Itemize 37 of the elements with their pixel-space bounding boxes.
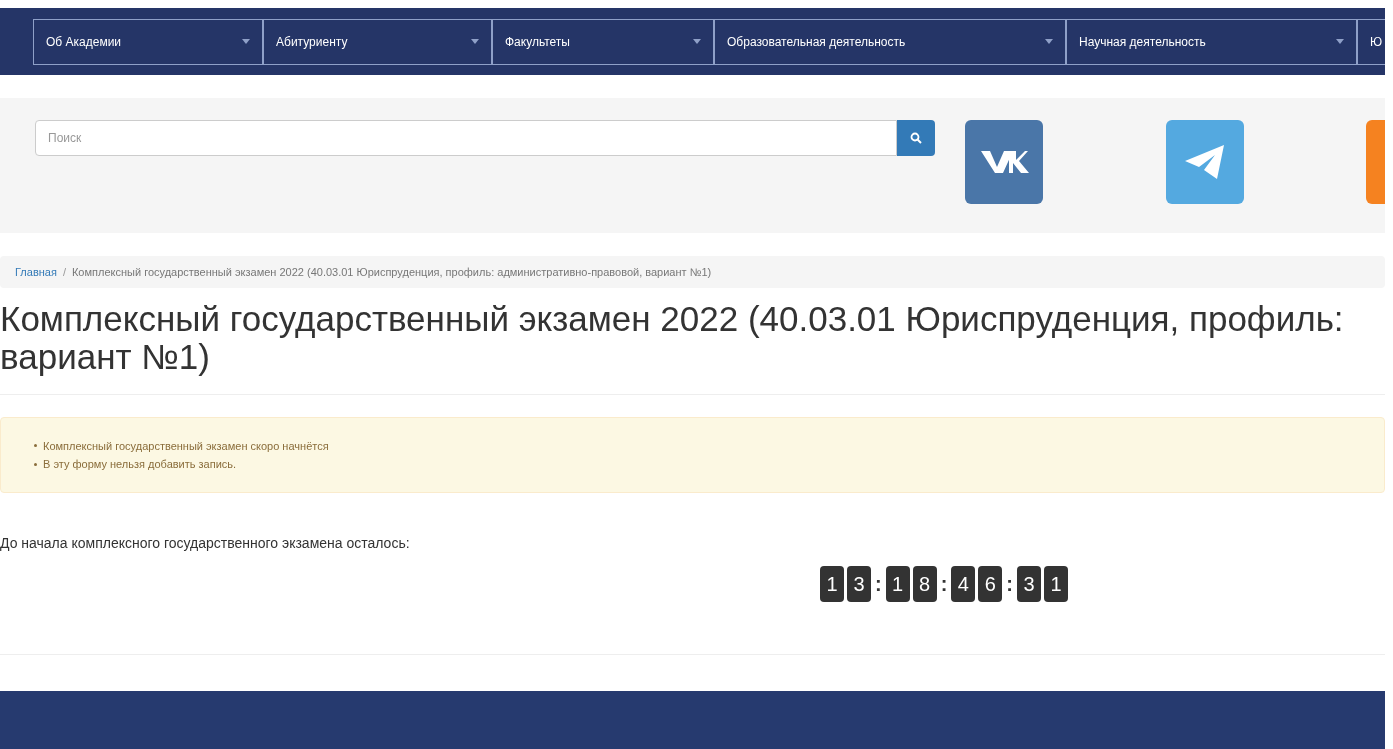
nav-menu-item[interactable]: Ю — [1357, 18, 1385, 65]
caret-icon — [1045, 39, 1053, 44]
nav-menu-item[interactable]: Об Академии — [33, 18, 263, 65]
countdown-digit: 3 — [1017, 566, 1041, 602]
breadcrumb-current: Комплексный государственный экзамен 2022 (40.03.01 Юриспруденция, профиль: административно-правовой, вариант №1) — [71, 264, 712, 280]
bullet-icon — [34, 444, 37, 448]
caret-icon — [693, 39, 701, 44]
caret-icon — [471, 39, 479, 44]
countdown-digit: 8 — [912, 566, 937, 602]
countdown-separator: : — [939, 572, 949, 597]
search-button[interactable] — [897, 120, 935, 156]
countdown-digit: 3 — [847, 566, 871, 602]
page-title: Комплексный государственный экзамен 2022 (40.03.01 Юриспруденция, профиль: — [0, 300, 1344, 338]
nav-menu-item[interactable]: Образовательная деятельность — [714, 18, 1066, 65]
countdown-separator: : — [874, 572, 883, 597]
countdown-label: До начала комплексного государственного экзамена осталось: — [0, 534, 411, 553]
nav-menu-item[interactable]: Факультеты — [492, 18, 714, 65]
countdown-digit: 1 — [820, 566, 844, 602]
breadcrumb-link[interactable]: Главная — [15, 263, 57, 281]
page-title: вариант №1) — [0, 338, 210, 376]
nav-menu-item[interactable]: Абитуриенту — [263, 18, 492, 65]
breadcrumb-divider: / — [61, 264, 67, 280]
social-icon[interactable] — [965, 120, 1043, 204]
caret-icon — [1336, 39, 1344, 44]
countdown-digit: 6 — [978, 566, 1003, 602]
telegram-icon[interactable] — [1166, 120, 1244, 204]
caret-icon — [242, 39, 250, 44]
nav-menu-item[interactable]: Научная деятельность — [1066, 18, 1357, 65]
countdown-digit: 4 — [951, 566, 976, 602]
search-field[interactable]: Поиск — [35, 120, 897, 156]
alert-message: Комплексный государственный экзамен скоро начнётся — [43, 438, 329, 454]
countdown-digit: 1 — [885, 566, 910, 602]
countdown-separator: : — [1005, 572, 1014, 597]
bullet-icon — [34, 462, 37, 466]
search-icon — [910, 132, 922, 144]
countdown-digit: 1 — [1044, 566, 1068, 602]
alert-message: В эту форму нельзя добавить запись. — [43, 457, 237, 472]
